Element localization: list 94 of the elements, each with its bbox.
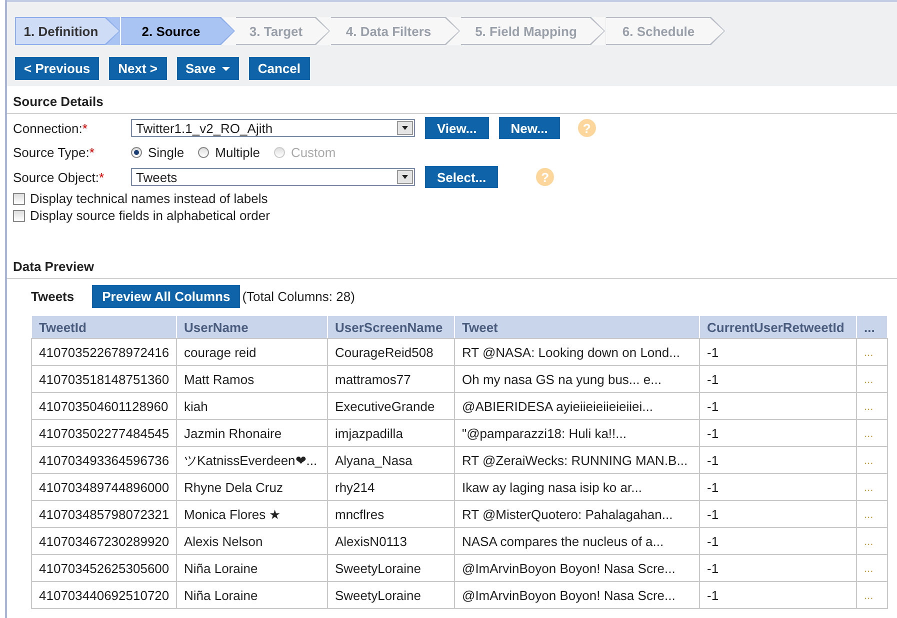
field-label: Source Type:* xyxy=(13,145,96,160)
table-cell: 410703522678972416 xyxy=(32,338,176,366)
table-cell: -1 xyxy=(700,446,856,474)
checkbox-label: Display source fields in alphabetical order xyxy=(30,208,270,223)
column-header[interactable]: UserName xyxy=(176,316,328,338)
radio-button[interactable] xyxy=(131,147,142,158)
column-header[interactable]: Tweet xyxy=(454,316,700,338)
table-cell: SweetyLoraine xyxy=(328,582,454,608)
table-cell: 410703452625305600 xyxy=(32,554,176,582)
table-cell: -1 xyxy=(700,554,856,582)
table-cell: SweetyLoraine xyxy=(328,554,454,582)
table-cell: 410703467230289920 xyxy=(32,528,176,554)
radio-label: Multiple xyxy=(215,145,260,160)
table-cell: mncflres xyxy=(328,500,454,528)
table-cell: courage reid xyxy=(176,338,328,366)
section-title: Data Preview xyxy=(7,253,897,279)
table-cell: CourageReid508 xyxy=(328,338,454,366)
table-cell: rhy214 xyxy=(328,474,454,500)
object-label: Tweets xyxy=(31,289,74,304)
table-cell: ... xyxy=(856,338,888,366)
table-cell: -1 xyxy=(700,420,856,446)
table-cell: RT @MisterQuotero: Pahalagahan... xyxy=(454,500,700,528)
table-cell: 410703489744896000 xyxy=(32,474,176,500)
table-cell: NASA compares the nucleus of a... xyxy=(454,528,700,554)
table-cell: ... xyxy=(856,366,888,392)
table-cell: 410703440692510720 xyxy=(32,582,176,608)
table-cell: ... xyxy=(856,392,888,420)
toolbar-button[interactable]: Cancel xyxy=(248,57,310,80)
table-cell: 410703485798072321 xyxy=(32,500,176,528)
table-cell: Alyana_Nasa xyxy=(328,446,454,474)
column-header[interactable]: UserScreenName xyxy=(328,316,454,338)
table-cell: @ImArvinBoyon Boyon! Nasa Scre... xyxy=(454,582,700,608)
radio-label: Custom xyxy=(290,145,336,160)
table-cell: ... xyxy=(856,446,888,474)
table-cell: -1 xyxy=(700,500,856,528)
table-cell: 410703518148751360 xyxy=(32,366,176,392)
table-cell: -1 xyxy=(700,392,856,420)
table-cell: Ikaw ay laging nasa isip ko ar... xyxy=(454,474,700,500)
table-cell: -1 xyxy=(700,338,856,366)
table-cell: Niña Loraine xyxy=(176,554,328,582)
toolbar-button[interactable]: Next > xyxy=(109,57,167,80)
source-object-dropdown[interactable]: Tweets xyxy=(131,168,415,186)
table-cell: RT @ZeraiWecks: RUNNING MAN.B... xyxy=(454,446,700,474)
source-object-action-button[interactable]: Select... xyxy=(425,166,498,188)
checkbox-label: Display technical names instead of labels xyxy=(30,191,268,206)
field-label: Source Object:* xyxy=(13,170,106,184)
radio-label: Single xyxy=(148,145,184,160)
wizard-step[interactable]: 2. Source xyxy=(120,17,235,45)
table-cell: Oh my nasa GS na yung bus... e... xyxy=(454,366,700,392)
table-cell: ... xyxy=(856,582,888,608)
table-cell: 410703493364596736 xyxy=(32,446,176,474)
table-cell: ... xyxy=(856,420,888,446)
table-cell: 410703504601128960 xyxy=(32,392,176,420)
radio-button[interactable] xyxy=(198,147,210,158)
table-cell: -1 xyxy=(700,528,856,554)
preview-button[interactable]: Preview All Columns xyxy=(92,285,240,308)
table-cell: ... xyxy=(856,554,888,582)
save-menu-button[interactable]: Save xyxy=(176,57,239,80)
table-cell: ... xyxy=(856,474,888,500)
toolbar-button[interactable]: < Previous xyxy=(15,57,100,80)
table-cell: Niña Loraine xyxy=(176,582,328,608)
table-cell: Jazmin Rhonaire xyxy=(176,420,328,446)
wizard-step[interactable]: 1. Definition xyxy=(15,17,120,45)
connection-action-button[interactable]: View... xyxy=(425,117,489,139)
column-header[interactable]: ... xyxy=(856,316,888,338)
total-columns-text: (Total Columns: 28) xyxy=(242,289,355,304)
connection-dropdown[interactable]: Twitter1.1_v2_RO_Ajith xyxy=(131,119,415,137)
table-cell: kiah xyxy=(176,392,328,420)
table-cell: 410703502277484545 xyxy=(32,420,176,446)
table-cell: ... xyxy=(856,500,888,528)
table-cell: -1 xyxy=(700,474,856,500)
table-cell: ... xyxy=(856,528,888,554)
column-header[interactable]: CurrentUserRetweetId xyxy=(700,316,856,338)
checkbox[interactable] xyxy=(13,192,25,204)
field-label: Connection:* xyxy=(13,120,88,136)
table-cell: ツKatnissEverdeen❤... xyxy=(176,446,328,474)
table-cell: -1 xyxy=(700,366,856,392)
table-cell: mattramos77 xyxy=(328,366,454,392)
table-cell: Monica Flores ★ xyxy=(176,500,328,528)
section-title: Source Details xyxy=(7,88,897,114)
table-cell: @ImArvinBoyon Boyon! Nasa Scre... xyxy=(454,554,700,582)
table-cell: Alexis Nelson xyxy=(176,528,328,554)
table-cell: "@pamparazzi18: Huli ka!!... xyxy=(454,420,700,446)
table-cell: ExecutiveGrande xyxy=(328,392,454,420)
column-header[interactable]: TweetId xyxy=(32,316,176,338)
table-cell: imjazpadilla xyxy=(328,420,454,446)
connection-action-button[interactable]: New... xyxy=(498,117,560,139)
table-cell: RT @NASA: Looking down on Lond... xyxy=(454,338,700,366)
table-cell: Matt Ramos xyxy=(176,366,328,392)
table-cell: AlexisN0113 xyxy=(328,528,454,554)
table-cell: @ABIERIDESA ayieiieieiieieiiei... xyxy=(454,392,700,420)
table-cell: -1 xyxy=(700,582,856,608)
checkbox[interactable] xyxy=(13,210,25,222)
table-cell: Rhyne Dela Cruz xyxy=(176,474,328,500)
